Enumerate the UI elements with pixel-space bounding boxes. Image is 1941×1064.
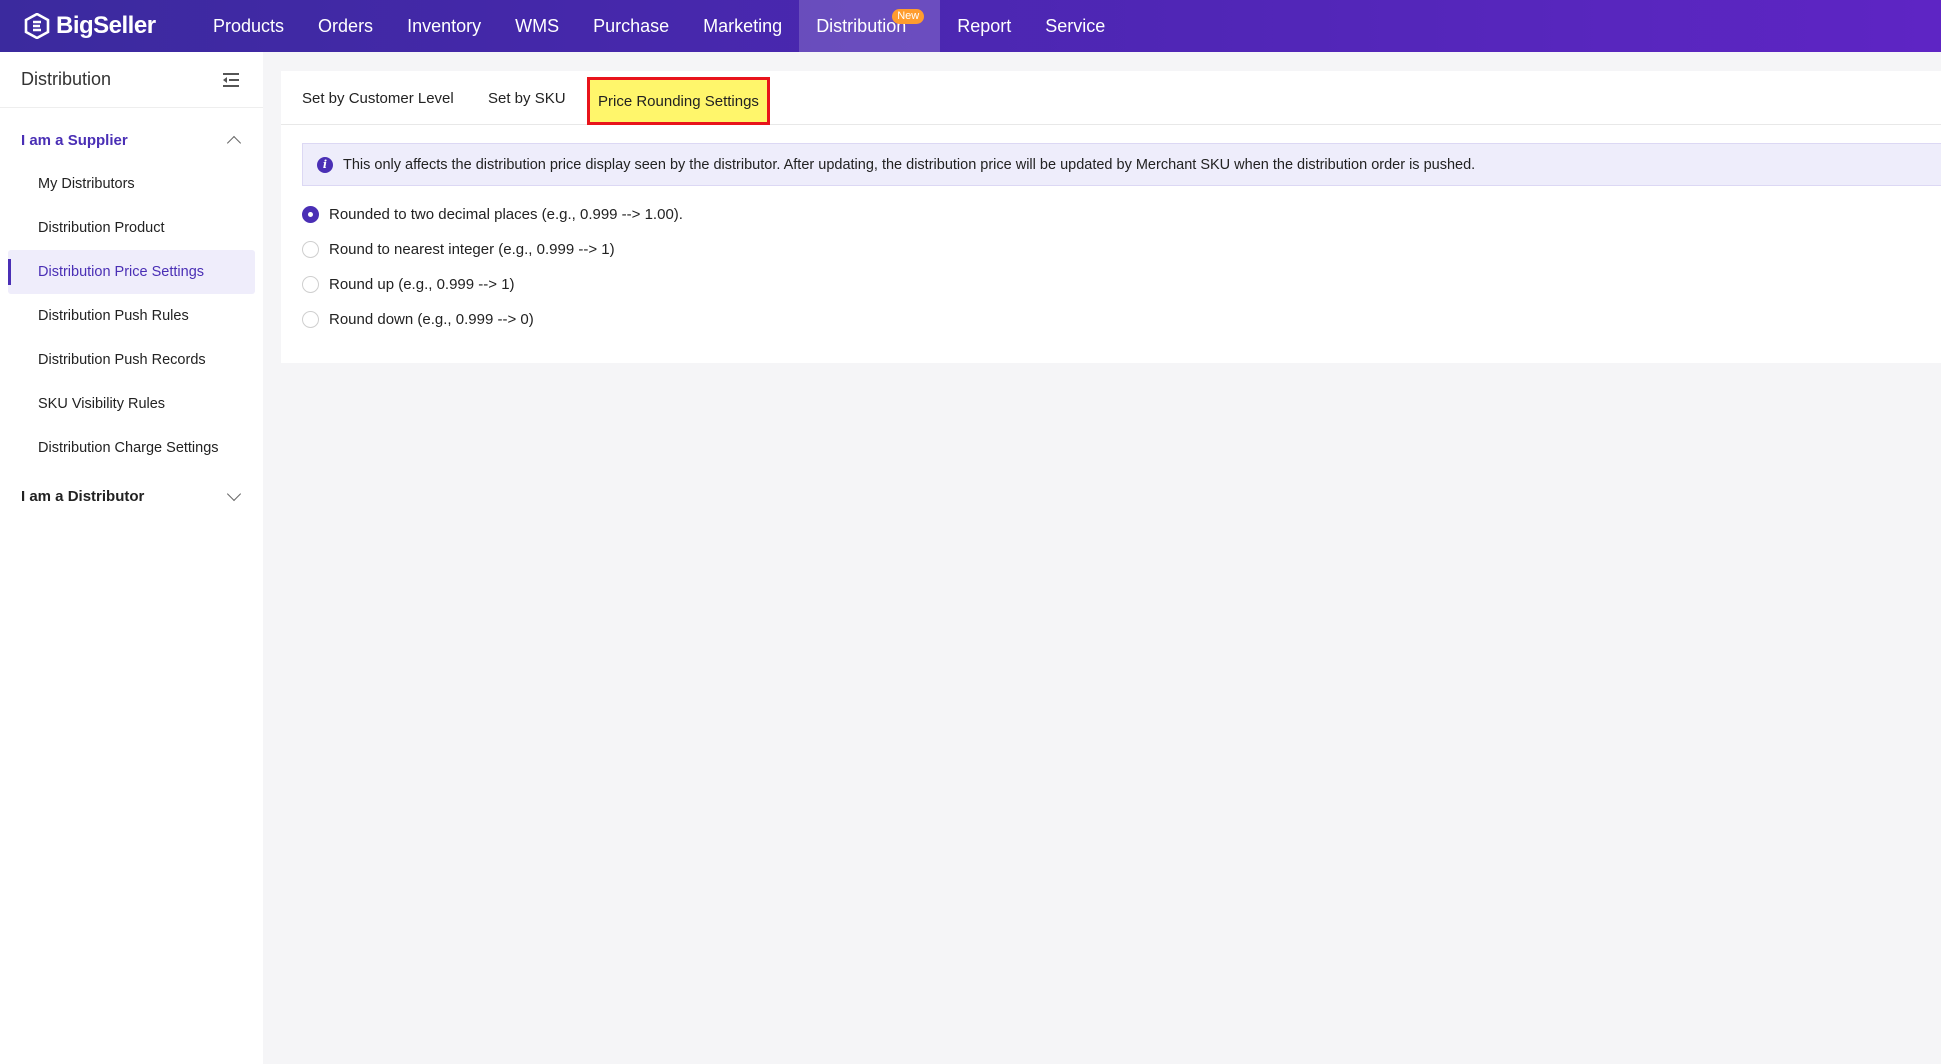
collapse-menu-icon[interactable]: [223, 72, 241, 88]
radio-option-nearest-integer[interactable]: Round to nearest integer (e.g., 0.999 --…: [302, 232, 683, 267]
nav-label: Service: [1045, 15, 1106, 36]
nav-label: Inventory: [407, 15, 482, 36]
nav-report[interactable]: Report: [940, 0, 1028, 52]
nav-label: WMS: [515, 15, 560, 36]
chevron-up-icon: [226, 135, 242, 151]
tab-set-by-customer-level[interactable]: Set by Customer Level: [302, 71, 454, 125]
sidebar-item-label: Distribution Price Settings: [38, 264, 205, 280]
nav-distribution[interactable]: Distribution New: [799, 0, 941, 52]
nav-products[interactable]: Products: [196, 0, 301, 52]
sidebar-header: Distribution: [0, 52, 263, 108]
nav-service[interactable]: Service: [1028, 0, 1122, 52]
info-icon: i: [317, 156, 333, 173]
nav-purchase[interactable]: Purchase: [576, 0, 686, 52]
bigseller-logo-icon: [24, 13, 50, 39]
radio-button[interactable]: [302, 276, 319, 293]
brand-name: BigSeller: [56, 12, 156, 39]
main-panel: Set by Customer Level Set by SKU Price R…: [281, 71, 1941, 363]
sidebar-item-sku-visibility-rules[interactable]: SKU Visibility Rules: [8, 382, 255, 426]
sidebar-item-distribution-push-rules[interactable]: Distribution Push Rules: [8, 294, 255, 338]
radio-label: Rounded to two decimal places (e.g., 0.9…: [329, 206, 683, 223]
main-nav: Products Orders Inventory WMS Purchase M…: [196, 0, 1122, 52]
nav-orders[interactable]: Orders: [301, 0, 390, 52]
sidebar-item-distribution-push-records[interactable]: Distribution Push Records: [8, 338, 255, 382]
radio-label: Round down (e.g., 0.999 --> 0): [329, 311, 534, 328]
nav-label: Report: [957, 15, 1012, 36]
group-label: I am a Supplier: [21, 131, 128, 149]
sidebar-title: Distribution: [21, 69, 112, 89]
nav-inventory[interactable]: Inventory: [390, 0, 498, 52]
brand-logo[interactable]: BigSeller: [0, 0, 196, 52]
sidebar-item-label: Distribution Push Rules: [38, 308, 189, 324]
tab-price-rounding-settings[interactable]: Price Rounding Settings: [587, 77, 770, 125]
sidebar-item-distribution-charge-settings[interactable]: Distribution Charge Settings: [8, 426, 255, 470]
sidebar-item-label: Distribution Charge Settings: [38, 440, 219, 456]
sidebar: Distribution I am a Supplier My Distribu…: [0, 52, 263, 1064]
radio-option-round-up[interactable]: Round up (e.g., 0.999 --> 1): [302, 267, 683, 302]
sidebar-item-distribution-product[interactable]: Distribution Product: [8, 206, 255, 250]
info-notice: i This only affects the distribution pri…: [302, 143, 1941, 186]
tab-bar: Set by Customer Level Set by SKU Price R…: [281, 71, 1941, 125]
sidebar-group-distributor[interactable]: I am a Distributor: [0, 474, 263, 518]
rounding-options: Rounded to two decimal places (e.g., 0.9…: [302, 197, 683, 337]
radio-button[interactable]: [302, 311, 319, 328]
sidebar-group-supplier[interactable]: I am a Supplier: [0, 118, 263, 162]
tab-label: Price Rounding Settings: [598, 92, 759, 110]
radio-label: Round to nearest integer (e.g., 0.999 --…: [329, 241, 615, 258]
nav-label: Marketing: [703, 15, 783, 36]
sidebar-item-my-distributors[interactable]: My Distributors: [8, 162, 255, 206]
top-nav-bar: BigSeller Products Orders Inventory WMS …: [0, 0, 1941, 52]
tab-set-by-sku[interactable]: Set by SKU: [488, 71, 566, 125]
nav-wms[interactable]: WMS: [498, 0, 576, 52]
nav-label: Purchase: [593, 15, 670, 36]
radio-option-round-down[interactable]: Round down (e.g., 0.999 --> 0): [302, 302, 683, 337]
sidebar-item-label: Distribution Push Records: [38, 352, 206, 368]
new-badge: New: [892, 9, 925, 24]
sidebar-item-label: SKU Visibility Rules: [38, 396, 166, 412]
radio-label: Round up (e.g., 0.999 --> 1): [329, 276, 515, 293]
chevron-down-icon: [226, 486, 242, 502]
notice-text: This only affects the distribution price…: [343, 156, 1476, 173]
nav-label: Orders: [318, 15, 374, 36]
sidebar-item-distribution-price-settings[interactable]: Distribution Price Settings: [8, 250, 255, 294]
sidebar-item-label: Distribution Product: [38, 220, 165, 236]
radio-button[interactable]: [302, 241, 319, 258]
group-label: I am a Distributor: [21, 487, 145, 505]
radio-button-checked[interactable]: [302, 206, 319, 223]
nav-label: Products: [213, 15, 285, 36]
nav-marketing[interactable]: Marketing: [686, 0, 799, 52]
tab-label: Set by Customer Level: [302, 89, 454, 107]
tab-label: Set by SKU: [488, 89, 566, 107]
radio-option-two-decimals[interactable]: Rounded to two decimal places (e.g., 0.9…: [302, 197, 683, 232]
sidebar-item-label: My Distributors: [38, 176, 135, 192]
